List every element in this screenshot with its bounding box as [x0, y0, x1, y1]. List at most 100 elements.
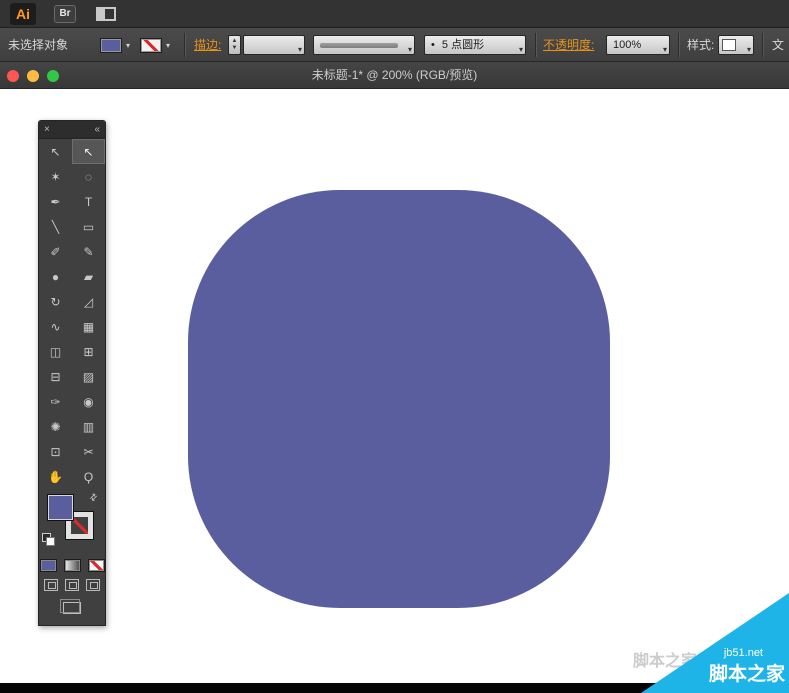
blob-brush-tool[interactable]: ● [39, 264, 72, 289]
gradient-button[interactable] [63, 558, 81, 572]
color-button[interactable] [39, 558, 57, 572]
tools-grid: ↖ ↖ ✶ ◌ ✒ T ╲ ▭ ✐ ✎ ● ▰ ↻ ◿ ∿ ▦ ◫ ⊞ ⊟ ▨ ✑ ◉ ✺ ▥ ⊡ ✂ ✋ Ϙ [39, 139, 105, 489]
pencil-tool[interactable]: ✎ [72, 239, 105, 264]
tools-panel-header[interactable]: × « [39, 121, 105, 139]
direct-selection-tool[interactable]: ↖ [72, 139, 105, 164]
stroke-weight-stepper[interactable]: ▲ ▼ [228, 35, 241, 55]
stepper-down-icon[interactable]: ▼ [232, 45, 238, 52]
mesh-tool-icon: ⊟ [50, 369, 61, 384]
gradient-tool-icon: ▨ [82, 369, 95, 384]
artboard-tool[interactable]: ⊡ [39, 439, 72, 464]
perspective-grid-tool[interactable]: ⊞ [72, 339, 105, 364]
width-tool[interactable]: ∿ [39, 314, 72, 339]
stroke-dropdown-arrow[interactable]: ▾ [166, 41, 170, 50]
change-screen-mode-button[interactable] [60, 599, 81, 614]
opacity-combo[interactable]: 100% ▾ [606, 35, 670, 55]
direct-selection-tool-icon: ↖ [83, 144, 94, 159]
illustrator-window: Ai Br 未选择对象 ▾ ▾ 描边: ▲ ▼ ▾ ▾ • 5 点圆形 ▾ 不透… [0, 0, 789, 693]
artboard-tool-icon: ⊡ [50, 444, 61, 459]
combo-arrow-icon[interactable]: ▾ [663, 41, 667, 59]
fill-indicator[interactable] [47, 494, 74, 521]
selection-tool[interactable]: ↖ [39, 139, 72, 164]
stroke-weight-combo[interactable]: ▾ [243, 35, 305, 55]
lasso-tool[interactable]: ◌ [72, 164, 105, 189]
mesh-tool[interactable]: ⊟ [39, 364, 72, 389]
style-combo[interactable]: ▾ [718, 35, 754, 55]
combo-arrow-icon[interactable]: ▾ [408, 41, 412, 59]
watermark-site: jb51.net [723, 647, 763, 659]
canvas[interactable]: × « ↖ ↖ ✶ ◌ ✒ T ╲ ▭ ✐ ✎ ● ▰ ↻ ◿ ∿ ▦ ◫ ⊞ ⊟ ▨ ✑ ◉ ✺ ▥ ⊡ ✂ ✋ Ϙ ⇄ [0, 89, 789, 693]
draw-inside-button[interactable] [86, 579, 100, 591]
slice-tool[interactable]: ✂ [72, 439, 105, 464]
width-profile-preview [320, 43, 398, 48]
stroke-color-swatch[interactable] [140, 38, 162, 53]
lasso-tool-icon: ◌ [84, 169, 93, 184]
scale-tool-icon: ◿ [83, 294, 94, 309]
scale-tool[interactable]: ◿ [72, 289, 105, 314]
fill-dropdown-arrow[interactable]: ▾ [126, 41, 130, 50]
bridge-button[interactable]: Br [54, 5, 76, 23]
watermark-brand: 脚本之家 [708, 664, 785, 685]
pen-tool-icon: ✒ [50, 194, 61, 209]
stepper-up-icon[interactable]: ▲ [232, 38, 238, 45]
draw-normal-button[interactable] [44, 579, 58, 591]
none-button[interactable] [87, 558, 105, 572]
rectangle-tool[interactable]: ▭ [72, 214, 105, 239]
default-fill-stroke-icon[interactable] [42, 533, 55, 546]
hand-tool[interactable]: ✋ [39, 464, 72, 489]
eraser-tool[interactable]: ▰ [72, 264, 105, 289]
document-title: 未标题-1* @ 200% (RGB/预览) [311, 68, 478, 82]
column-graph-tool-icon: ▥ [82, 419, 95, 434]
free-transform-tool[interactable]: ▦ [72, 314, 105, 339]
selection-status: 未选择对象 [8, 38, 69, 52]
draw-behind-button[interactable] [65, 579, 79, 591]
combo-arrow-icon[interactable]: ▾ [519, 41, 523, 59]
canvas-shape[interactable] [188, 190, 610, 608]
document-setup-button[interactable]: 文 [772, 28, 784, 62]
control-bar: 未选择对象 ▾ ▾ 描边: ▲ ▼ ▾ ▾ • 5 点圆形 ▾ 不透明度: 10… [0, 28, 789, 62]
combo-arrow-icon[interactable]: ▾ [298, 41, 302, 59]
zoom-tool[interactable]: Ϙ [72, 464, 105, 489]
rotate-tool[interactable]: ↻ [39, 289, 72, 314]
screen-mode-row [39, 595, 105, 621]
divider [678, 33, 679, 57]
opacity-value: 100% [613, 39, 642, 51]
blend-tool[interactable]: ◉ [72, 389, 105, 414]
panel-collapse-icon[interactable]: « [94, 121, 100, 139]
paintbrush-tool-icon: ✐ [50, 244, 61, 259]
brush-definition-combo[interactable]: • 5 点圆形 ▾ [424, 35, 526, 55]
magic-wand-tool-icon: ✶ [50, 169, 61, 184]
fill-stroke-area: ⇄ [39, 489, 105, 555]
opacity-panel-link[interactable]: 不透明度: [543, 28, 594, 62]
eyedropper-tool-icon: ✑ [50, 394, 61, 409]
divider [535, 33, 536, 57]
selection-tool-icon: ↖ [50, 144, 61, 159]
gradient-tool[interactable]: ▨ [72, 364, 105, 389]
panel-close-icon[interactable]: × [44, 121, 50, 139]
fill-color-swatch[interactable] [100, 38, 122, 53]
tools-panel: × « ↖ ↖ ✶ ◌ ✒ T ╲ ▭ ✐ ✎ ● ▰ ↻ ◿ ∿ ▦ ◫ ⊞ ⊟ ▨ ✑ ◉ ✺ ▥ ⊡ ✂ ✋ Ϙ ⇄ [38, 120, 106, 626]
eyedropper-tool[interactable]: ✑ [39, 389, 72, 414]
column-graph-tool[interactable]: ▥ [72, 414, 105, 439]
swap-fill-stroke-icon[interactable]: ⇄ [88, 491, 101, 504]
combo-arrow-icon[interactable]: ▾ [747, 41, 751, 59]
line-segment-tool[interactable]: ╲ [39, 214, 72, 239]
blend-tool-icon: ◉ [83, 394, 94, 409]
magic-wand-tool[interactable]: ✶ [39, 164, 72, 189]
pencil-tool-icon: ✎ [83, 244, 94, 259]
pen-tool[interactable]: ✒ [39, 189, 72, 214]
type-tool[interactable]: T [72, 189, 105, 214]
paintbrush-tool[interactable]: ✐ [39, 239, 72, 264]
symbol-sprayer-tool[interactable]: ✺ [39, 414, 72, 439]
shape-builder-tool[interactable]: ◫ [39, 339, 72, 364]
stroke-panel-link[interactable]: 描边: [194, 28, 221, 62]
arrange-documents-icon[interactable] [96, 7, 116, 21]
color-type-row [39, 555, 105, 575]
slice-tool-icon: ✂ [83, 444, 94, 459]
rotate-tool-icon: ↻ [50, 294, 61, 309]
divider [762, 33, 763, 57]
width-profile-combo[interactable]: ▾ [313, 35, 415, 55]
width-tool-icon: ∿ [50, 319, 61, 334]
illustrator-logo-icon: Ai [10, 3, 36, 25]
brush-preview-dot: • [431, 39, 435, 51]
